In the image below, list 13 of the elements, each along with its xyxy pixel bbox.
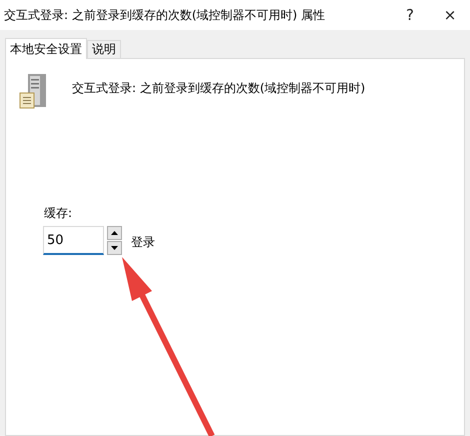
input-field[interactable]: 50 — [43, 226, 104, 255]
field-label: 缓存: — [44, 205, 74, 222]
tab[interactable]: 本地安全设置 — [5, 38, 87, 59]
down-arrow-icon — [111, 246, 118, 250]
policy-name: 交互式登录: 之前登录到缓存的次数(域控制器不可用时) — [72, 80, 366, 97]
unit-label: 登录 — [131, 234, 155, 251]
help-button[interactable]: ? — [390, 0, 430, 30]
tab[interactable]: 说明 — [87, 40, 121, 59]
spin-down-button[interactable] — [107, 241, 122, 255]
close-button[interactable]: × — [430, 0, 470, 30]
window-title: 交互式登录: 之前登录到缓存的次数(域控制器不可用时) 属性 — [4, 6, 326, 24]
up-arrow-icon — [111, 231, 118, 235]
spin-up-button[interactable] — [107, 226, 122, 240]
